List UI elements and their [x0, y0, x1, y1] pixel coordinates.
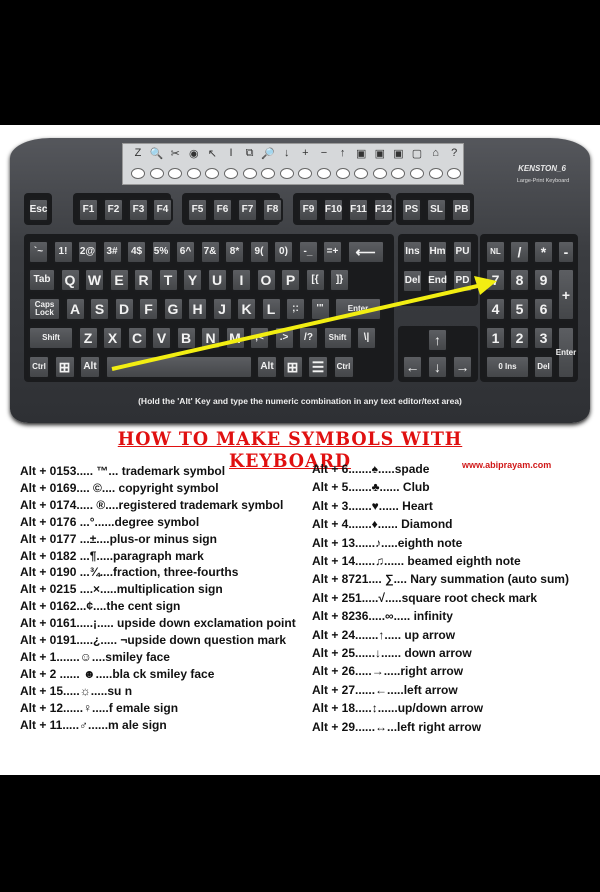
symbol-list-item: Alt + 12......♀.....f emale sign — [20, 700, 179, 715]
symbol-list-item: Alt + 29......↔...left right arrow — [312, 719, 482, 734]
symbol-list-item: Alt + 0182 ...¶.....paragraph mark — [20, 548, 204, 563]
symbol-list-item: Alt + 26.....→.....right arrow — [312, 664, 464, 679]
symbol-list-item: Alt + 251.....√.....square root check ma… — [312, 590, 538, 605]
symbol-list-item: Alt + 0153..... ™... trademark symbol — [20, 464, 226, 478]
arrow-line — [111, 283, 483, 371]
symbol-list-item: Alt + 24.......↑..... up arrow — [312, 627, 456, 642]
symbol-list-item: Alt + 0174..... ®....registered trademar… — [20, 497, 284, 512]
symbol-list-item: Alt + 0161.....¡..... upside down exclam… — [20, 616, 296, 631]
symbol-list-item: Alt + 2 ...... ☻.....bla ck smiley face — [20, 666, 215, 681]
symbol-list-item: Alt + 6.......♠.....spade — [312, 462, 430, 476]
symbol-list-item: Alt + 0162...¢....the cent sign — [20, 599, 181, 614]
left-symbol-list: Alt + 0153..... ™... trademark symbol Alt… — [20, 463, 296, 734]
symbol-list-item: Alt + 8236.....∞..... infinity — [312, 609, 453, 624]
symbol-list-item: Alt + 0190 ...¾....fraction, three-fourt… — [20, 565, 239, 580]
symbol-list-item: Alt + 5.......♣...... Club — [312, 480, 430, 495]
symbol-list-item: Alt + 0177 ...±....plus-or minus sign — [20, 531, 217, 546]
symbol-list-item: Alt + 11.....♂......m ale sign — [20, 717, 167, 732]
symbol-list-item: Alt + 15.....☼.....su n — [20, 683, 133, 698]
symbol-list-item: Alt + 0176 ...°......degree symbol — [20, 514, 200, 529]
symbol-list-item: Alt + 0191.....¿..... ¬upside down quest… — [20, 633, 287, 648]
symbol-list-item: Alt + 0215 ....×.....multiplication sign — [20, 582, 223, 597]
arrow-head — [474, 276, 497, 295]
symbol-list-item: Alt + 4.......♦...... Diamond — [312, 517, 453, 532]
symbol-list-item: Alt + 8721.... ∑.... Nary summation (aut… — [312, 572, 569, 587]
symbol-list-item: Alt + 3.......♥...... Heart — [312, 498, 433, 513]
symbol-list-item: Alt + 0169.... ©.... copyright symbol — [20, 480, 219, 495]
symbol-list-item: Alt + 1.......☺....smiley face — [20, 649, 170, 664]
right-symbol-list: Alt + 6.......♠.....spade Alt + 5.......♣… — [312, 460, 569, 736]
symbol-list-item: Alt + 18.....↕......up/down arrow — [312, 701, 484, 716]
symbol-list-item: Alt + 13......♪.....eighth note — [312, 535, 463, 550]
symbol-list-item: Alt + 27......←.....left arrow — [312, 682, 458, 697]
symbol-list-item: Alt + 25......↓...... down arrow — [312, 646, 472, 661]
symbol-list-item: Alt + 14......♫...... beamed eighth note — [312, 554, 521, 569]
keyboard-caption: (Hold the 'Alt' Key and type the numeric… — [138, 396, 462, 406]
